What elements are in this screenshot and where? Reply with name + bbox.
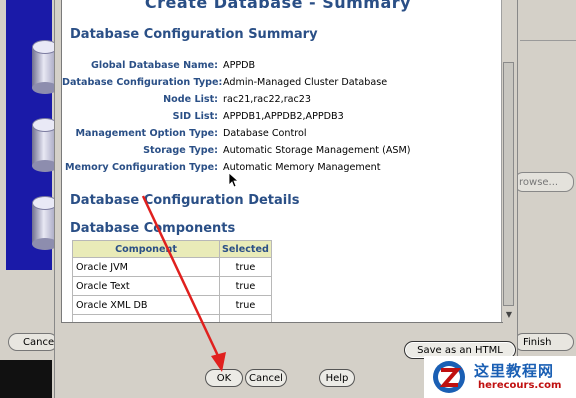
- table-row: Oracle XML DB true: [72, 295, 272, 315]
- background-browse-button[interactable]: rowse...: [514, 172, 574, 192]
- value-config-type: Admin-Managed Cluster Database: [223, 77, 388, 88]
- background-finish-button[interactable]: Finish: [514, 333, 574, 351]
- background-dark-area: [0, 360, 52, 398]
- section-details-title: Database Configuration Details: [70, 193, 300, 208]
- value-sid-list: APPDB1,APPDB2,APPDB3: [223, 111, 344, 122]
- dialog-heading: Create Database - Summary: [144, 0, 412, 12]
- table-row: Oracle JVM true: [72, 257, 272, 277]
- label-global-db-name: Global Database Name:: [91, 60, 218, 71]
- summary-scroll-area[interactable]: Create Database - Summary Database Confi…: [61, 0, 503, 323]
- watermark: 这里教程网 herecours.com: [424, 356, 576, 398]
- component-selected: true: [219, 257, 272, 277]
- label-node-list: Node List:: [163, 94, 218, 105]
- table-row: [72, 314, 272, 322]
- label-memory-config: Memory Configuration Type:: [65, 162, 218, 173]
- component-name-partial: [72, 314, 220, 322]
- background-cancel-button[interactable]: Cancel: [8, 333, 58, 351]
- watermark-title: 这里教程网: [474, 362, 555, 380]
- help-button[interactable]: Help: [319, 369, 355, 387]
- component-name: Oracle XML DB: [72, 295, 220, 315]
- component-selected: true: [219, 295, 272, 315]
- background-divider: [520, 40, 576, 41]
- value-global-db-name: APPDB: [223, 60, 256, 71]
- scroll-down-arrow-icon[interactable]: ▼: [502, 308, 516, 322]
- component-selected-partial: [219, 314, 272, 322]
- component-name: Oracle JVM: [72, 257, 220, 277]
- table-header-selected: Selected: [219, 240, 272, 258]
- value-storage-type: Automatic Storage Management (ASM): [223, 145, 411, 156]
- mouse-cursor-icon: [228, 172, 238, 188]
- component-selected: true: [219, 276, 272, 296]
- summary-dialog: Create Database - Summary Database Confi…: [54, 0, 518, 398]
- ok-button[interactable]: OK: [205, 369, 243, 387]
- label-management-option: Management Option Type:: [75, 128, 219, 139]
- watermark-url: herecours.com: [478, 380, 562, 391]
- label-storage-type: Storage Type:: [143, 145, 218, 156]
- watermark-logo-icon: [433, 361, 465, 393]
- section-summary-title: Database Configuration Summary: [70, 27, 318, 42]
- cancel-button[interactable]: Cancel: [245, 369, 287, 387]
- value-node-list: rac21,rac22,rac23: [223, 94, 312, 105]
- section-components-title: Database Components: [70, 221, 236, 236]
- scrollbar-thumb[interactable]: [503, 62, 514, 306]
- label-config-type: Database Configuration Type:: [62, 77, 223, 88]
- components-table: Component Selected Oracle JVM true Oracl…: [72, 240, 272, 322]
- value-memory-config: Automatic Memory Management: [223, 162, 381, 173]
- vertical-scrollbar[interactable]: ▼: [501, 0, 516, 322]
- value-management-option: Database Control: [223, 128, 307, 139]
- wizard-image-panel: [6, 0, 58, 270]
- table-header-component: Component: [72, 240, 220, 258]
- table-row: Oracle Text true: [72, 276, 272, 296]
- summary-content: Create Database - Summary Database Confi…: [62, 0, 494, 322]
- component-name: Oracle Text: [72, 276, 220, 296]
- label-sid-list: SID List:: [172, 111, 218, 122]
